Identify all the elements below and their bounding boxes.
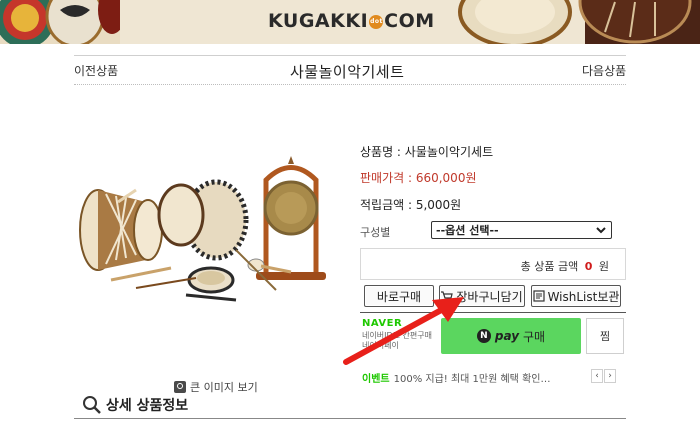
- zoom-icon: [174, 381, 186, 393]
- logo-suffix: COM: [384, 10, 435, 32]
- logo-text: KUGAKKI: [268, 10, 369, 32]
- total-price-value: 0: [584, 260, 593, 273]
- option-selected-value: --옵션 선택--: [436, 224, 499, 237]
- wishlist-button[interactable]: WishList보관: [531, 285, 621, 307]
- site-logo[interactable]: KUGAKKI dot COM: [268, 10, 435, 32]
- nav-bottom-rule: [74, 84, 626, 85]
- page-title: 사물놀이악기세트: [290, 63, 405, 81]
- product-price: 판매가격 : 660,000원: [360, 171, 477, 185]
- logo-dot: dot: [369, 15, 384, 29]
- event-text: 100% 지급! 최대 1만원 혜택 확인…: [393, 374, 551, 385]
- detail-rule: [74, 418, 626, 419]
- magnifier-icon: [83, 396, 101, 414]
- wishlist-icon: [532, 290, 545, 302]
- banner-drum-art-left: [0, 0, 120, 44]
- detail-title-text: 상세 상품정보: [106, 398, 189, 414]
- naver-pay-action: 구매: [523, 329, 546, 344]
- banner-drum-art-right: [455, 0, 700, 44]
- zoom-image-link[interactable]: 큰 이미지 보기: [174, 379, 258, 395]
- header-banner: KUGAKKI dot COM: [0, 0, 700, 44]
- chevron-down-icon: [596, 227, 606, 234]
- total-price-label: 총 상품 금액: [520, 260, 579, 273]
- zzim-button[interactable]: 찜: [586, 318, 624, 354]
- zoom-image-label: 큰 이미지 보기: [190, 381, 258, 394]
- total-price-text: 총 상품 금액 0 원: [521, 258, 609, 274]
- detail-section-title: 상세 상품정보: [82, 395, 188, 415]
- option-label: 구성별: [360, 226, 391, 239]
- total-price-unit: 원: [598, 260, 609, 273]
- option-select[interactable]: --옵션 선택--: [431, 221, 612, 239]
- annotation-arrow-icon: [343, 297, 464, 365]
- naver-pay-word: pay: [494, 329, 520, 343]
- product-points: 적립금액 : 5,000원: [360, 198, 462, 212]
- prev-product-link[interactable]: 이전상품: [74, 62, 118, 79]
- event-prev-button[interactable]: ‹: [591, 369, 603, 383]
- product-name: 상품명 : 사물놀이악기세트: [360, 145, 494, 159]
- next-product-link[interactable]: 다음상품: [582, 62, 626, 79]
- wishlist-label: WishList보관: [547, 289, 620, 304]
- nav-top-rule: [74, 55, 626, 56]
- event-tag: 이벤트: [362, 374, 390, 385]
- total-price-box: 총 상품 금액 0 원: [360, 248, 626, 280]
- product-image[interactable]: [76, 150, 346, 310]
- naver-n-icon: N: [476, 329, 491, 343]
- naver-event-banner[interactable]: 이벤트 100% 지급! 최대 1만원 혜택 확인…: [362, 370, 584, 385]
- event-next-button[interactable]: ›: [604, 369, 616, 383]
